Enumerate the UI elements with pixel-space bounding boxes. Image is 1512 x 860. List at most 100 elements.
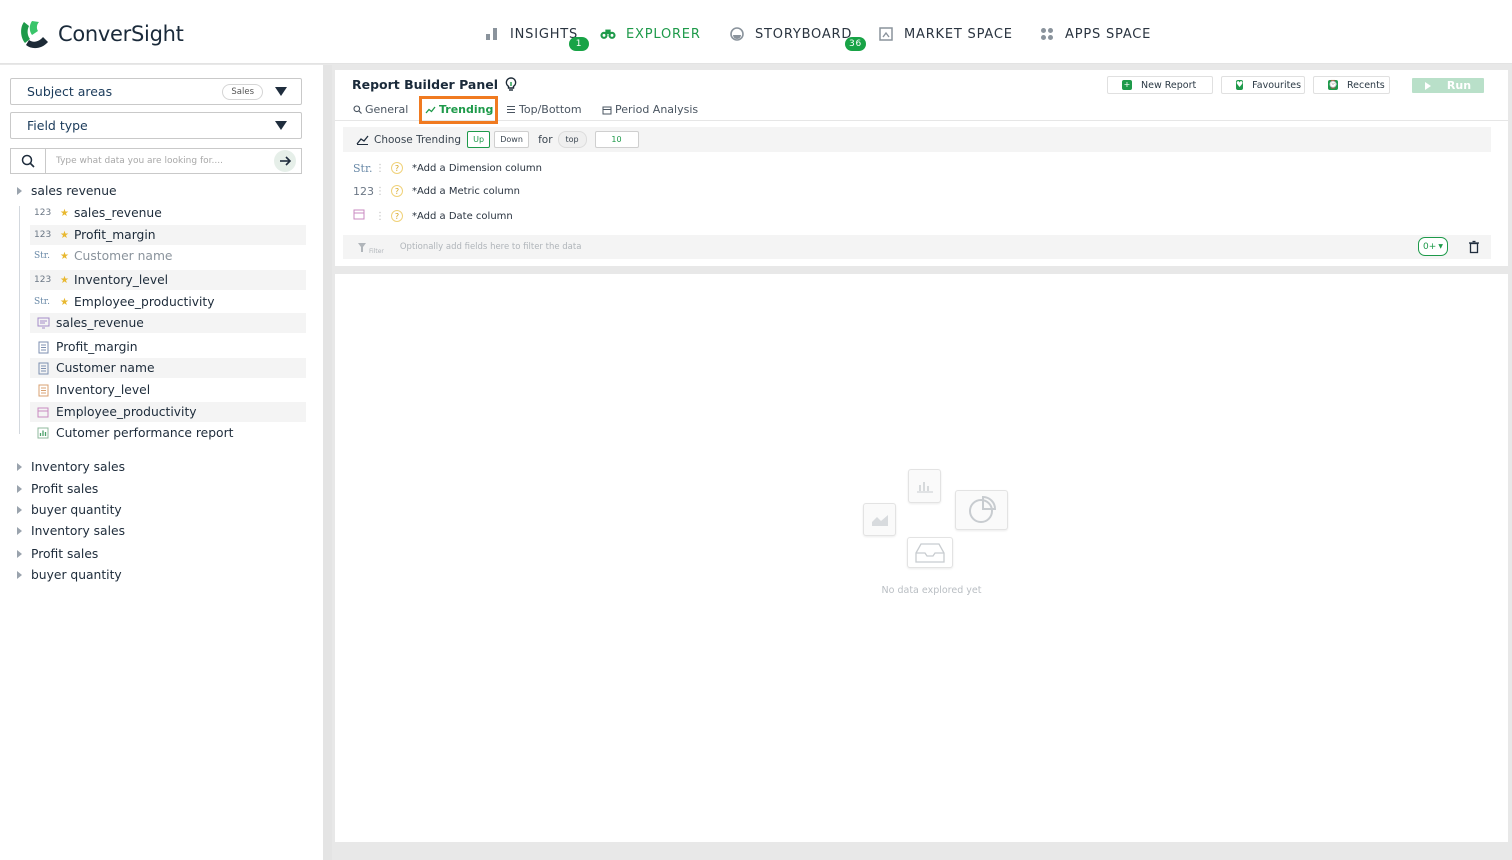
doc-icon	[36, 361, 50, 375]
favourites-button[interactable]: ♥ Favourites	[1221, 76, 1305, 94]
subject-areas-select[interactable]: Subject areas Sales	[10, 78, 302, 105]
report-item[interactable]: Customer name	[30, 358, 306, 378]
trend-up-option[interactable]: Up	[467, 131, 491, 148]
trash-icon[interactable]	[1468, 240, 1480, 254]
date-column-slot[interactable]: ⋮ ? *Add a Date column	[353, 208, 513, 224]
report-item[interactable]: Employee_productivity	[30, 402, 306, 422]
calendar-icon	[602, 105, 612, 115]
tree-node-profit-sales[interactable]: Profit sales	[17, 479, 98, 499]
dimension-column-slot[interactable]: Str. ⋮ ? *Add a Dimension column	[353, 160, 542, 176]
inbox-icon	[907, 537, 953, 568]
help-icon[interactable]: ?	[391, 185, 403, 197]
nav-storyboard[interactable]: STORYBOARD 36	[729, 24, 867, 51]
metric-column-slot[interactable]: 123 ⋮ ? *Add a Metric column	[353, 183, 520, 199]
empty-state-illustration	[860, 469, 1010, 569]
filter-icon	[358, 242, 366, 252]
caret-right-icon	[17, 187, 22, 195]
nav-market-space[interactable]: MARKET SPACE	[878, 24, 1013, 44]
drag-handle-icon[interactable]: ⋮	[375, 163, 385, 174]
star-icon[interactable]: ★	[60, 230, 69, 241]
subject-area-pill: Sales	[222, 83, 263, 100]
tab-top-bottom[interactable]: Top/Bottom	[506, 103, 582, 116]
dimension-placeholder: *Add a Dimension column	[412, 162, 542, 174]
list-icon	[506, 105, 516, 114]
top-option[interactable]: top	[557, 131, 587, 148]
sidebar-resize-handle[interactable]	[323, 65, 332, 860]
recents-label: Recents	[1346, 79, 1385, 91]
nav-explorer[interactable]: EXPLORER	[600, 24, 701, 44]
nav-insights-label: INSIGHTS	[510, 26, 579, 42]
report-label: Cutomer performance report	[56, 426, 234, 440]
drag-handle-icon[interactable]: ⋮	[375, 211, 385, 222]
chevron-down-icon: ▼	[1438, 243, 1443, 250]
search-icon	[353, 105, 362, 114]
tab-general[interactable]: General	[353, 103, 408, 116]
tree-node-buyer-quantity[interactable]: buyer quantity	[17, 565, 122, 585]
tree-node-profit-sales[interactable]: Profit sales	[17, 544, 98, 564]
arrow-right-icon[interactable]	[274, 150, 296, 172]
filter-count-dropdown[interactable]: 0+ ▼	[1418, 237, 1448, 256]
monitor-doc-icon	[36, 316, 50, 330]
star-icon[interactable]: ★	[60, 275, 69, 286]
field-item[interactable]: 123 ★ Profit_margin	[30, 225, 306, 245]
drag-handle-icon[interactable]: ⋮	[375, 186, 385, 197]
plus-icon: +	[1122, 80, 1132, 90]
run-button[interactable]: Run	[1412, 78, 1484, 93]
report-item[interactable]: Profit_margin	[30, 337, 306, 357]
field-item[interactable]: Str. ★ Employee_productivity	[30, 292, 306, 312]
play-icon	[1424, 81, 1431, 90]
recents-button[interactable]: ⌚ Recents	[1313, 76, 1390, 94]
panel-title: Report Builder Panel	[352, 77, 517, 92]
pie-chart-icon	[955, 490, 1008, 530]
calendar-doc-icon	[36, 405, 50, 419]
report-item[interactable]: sales_revenue	[30, 313, 306, 333]
nav-apps-space[interactable]: APPS SPACE	[1039, 24, 1151, 44]
caret-right-icon	[17, 550, 22, 558]
search-input[interactable]	[46, 148, 302, 174]
string-type-icon: Str.	[34, 297, 50, 307]
tree-node-buyer-quantity[interactable]: buyer quantity	[17, 500, 122, 520]
report-item[interactable]: Cutomer performance report	[30, 423, 306, 443]
result-area: No data explored yet	[335, 274, 1508, 842]
search-icon[interactable]	[10, 148, 46, 174]
field-search	[10, 148, 302, 174]
trend-down-option[interactable]: Down	[494, 131, 530, 148]
star-icon[interactable]: ★	[60, 251, 69, 262]
nav-explorer-label: EXPLORER	[626, 26, 701, 42]
field-item[interactable]: Str. ★ Customer name	[30, 246, 306, 266]
tab-label: General	[365, 103, 409, 116]
conversight-logo[interactable]: ConverSight	[18, 19, 184, 49]
tab-label: Top/Bottom	[519, 103, 582, 116]
area-chart-icon	[863, 503, 896, 536]
help-icon[interactable]: ?	[391, 162, 403, 174]
tree-node-inventory-sales[interactable]: Inventory sales	[17, 457, 125, 477]
tree-node-sales-revenue[interactable]: sales revenue	[17, 181, 117, 201]
caret-right-icon	[17, 527, 22, 535]
star-icon[interactable]: ★	[60, 208, 69, 219]
tab-period-analysis[interactable]: Period Analysis	[602, 103, 698, 116]
storyboard-badge: 36	[845, 37, 867, 51]
numeric-type-icon: 123	[34, 275, 52, 285]
brand-name: ConverSight	[58, 22, 184, 46]
field-item[interactable]: 123 ★ sales_revenue	[30, 203, 306, 223]
star-icon[interactable]: ★	[60, 297, 69, 308]
empty-state-text: No data explored yet	[881, 585, 982, 596]
filter-drop-zone[interactable]: Filter Optionally add fields here to fil…	[343, 235, 1491, 259]
count-input[interactable]: 10	[594, 131, 639, 148]
panel-title-text: Report Builder Panel	[352, 77, 498, 92]
lightbulb-icon[interactable]	[505, 77, 517, 92]
field-item[interactable]: 123 ★ Inventory_level	[30, 270, 306, 290]
run-label: Run	[1446, 79, 1472, 92]
nav-insights[interactable]: INSIGHTS 1	[484, 24, 589, 51]
doc-icon	[36, 340, 50, 354]
report-type-tabs: General Trending Top/Bottom Period Analy…	[335, 100, 1508, 121]
tree-node-inventory-sales[interactable]: Inventory sales	[17, 521, 125, 541]
report-item[interactable]: Inventory_level	[30, 380, 306, 400]
tree-node-label: Profit sales	[31, 482, 99, 496]
market-icon	[878, 26, 894, 42]
chevron-down-icon	[275, 87, 287, 96]
new-report-button[interactable]: + New Report	[1107, 76, 1213, 94]
field-type-select[interactable]: Field type	[10, 112, 302, 139]
help-icon[interactable]: ?	[391, 210, 403, 222]
tree-node-label: Inventory sales	[31, 524, 125, 538]
